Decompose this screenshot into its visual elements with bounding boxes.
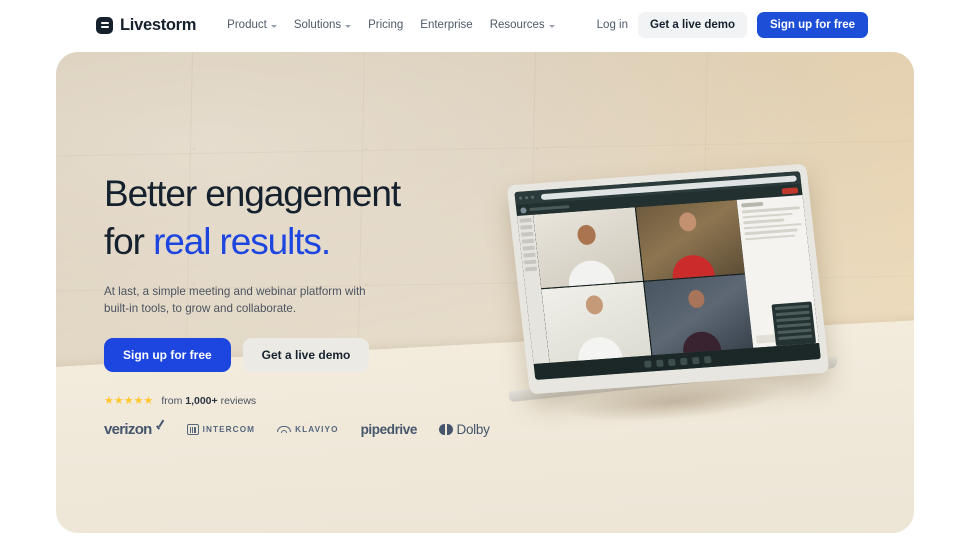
nav-right-group: Log in Get a live demo Sign up for free [597, 12, 868, 38]
participant-tile [643, 274, 754, 356]
page-title: Better engagement for real results. [104, 170, 504, 266]
chevron-down-icon [345, 24, 352, 28]
browser-dot-icon [518, 196, 523, 200]
nav-link-enterprise[interactable]: Enterprise [420, 19, 472, 31]
participants-popover [771, 301, 817, 347]
nav-link-resources[interactable]: Resources [490, 19, 555, 31]
recording-badge [781, 186, 799, 194]
dolby-double-d-icon [439, 424, 453, 435]
laptop-screen [514, 171, 821, 380]
logo-intercom-label: INTERCOM [202, 425, 256, 434]
more-options-icon [703, 355, 712, 364]
headline-line-2-accent: real results. [153, 221, 331, 262]
participant-tile [541, 281, 651, 363]
nav-link-pricing-label: Pricing [368, 19, 404, 31]
verizon-check-icon [157, 422, 165, 430]
camera-icon [655, 359, 664, 367]
avatar [520, 206, 527, 214]
chat-panel-title [741, 201, 764, 208]
headline-line-2-plain: for [104, 221, 154, 262]
nav-signup-button[interactable]: Sign up for free [757, 12, 868, 38]
hero-subheading: At last, a simple meeting and webinar pl… [104, 283, 384, 317]
meeting-body [517, 194, 820, 365]
brand-name: Livestorm [120, 15, 197, 34]
hero-demo-button[interactable]: Get a live demo [242, 338, 370, 372]
rating-suffix: reviews [217, 394, 257, 407]
laptop-lid [506, 163, 830, 395]
logo-dolby-label: Dolby [456, 422, 490, 437]
login-link[interactable]: Log in [597, 19, 628, 31]
chat-icon [679, 357, 688, 365]
nav-link-product-label: Product [227, 19, 267, 31]
nav-link-solutions-label: Solutions [293, 19, 342, 31]
logo-verizon: verizon [104, 421, 165, 438]
nav-link-solutions[interactable]: Solutions [293, 19, 352, 31]
nav-link-resources-label: Resources [489, 19, 545, 31]
customer-logo-strip: verizon INTERCOM KLAVIYO pipedrive Dolby [104, 421, 504, 438]
hero-cta-row: Sign up for free Get a live demo [104, 338, 504, 372]
logo-dolby: Dolby [439, 422, 490, 437]
nav-link-product[interactable]: Product [227, 19, 277, 31]
video-grid [532, 199, 754, 363]
participants-icon [691, 356, 700, 364]
nav-link-enterprise-label: Enterprise [420, 19, 473, 31]
browser-dot-icon [524, 196, 529, 200]
hero-subheading-line-1: At last, a simple meeting and webinar pl… [104, 285, 366, 298]
top-navigation-bar: Livestorm Product Solutions Pricing Ente… [0, 0, 970, 50]
logo-klaviyo: KLAVIYO [277, 425, 338, 435]
mic-icon [643, 359, 652, 368]
nav-left-group: Livestorm Product Solutions Pricing Ente… [96, 16, 555, 35]
rating-prefix: from [161, 394, 186, 407]
browser-dot-icon [530, 195, 535, 199]
intercom-icon [186, 424, 199, 435]
rating-text: from 1,000+ reviews [161, 395, 256, 407]
participant-tile [532, 207, 643, 289]
logo-intercom: INTERCOM [186, 424, 256, 435]
hero-signup-button[interactable]: Sign up for free [104, 338, 231, 372]
hero-copy: Better engagement for real results. At l… [104, 170, 504, 438]
logo-verizon-label: verizon [104, 421, 152, 438]
chevron-down-icon [548, 24, 555, 28]
brand-logo-link[interactable]: Livestorm [96, 16, 196, 35]
rating-row: ★★★★★ from 1,000+ reviews [104, 394, 504, 408]
logo-klaviyo-label: KLAVIYO [295, 425, 339, 434]
product-screenshot-laptop [506, 163, 830, 395]
nav-link-pricing[interactable]: Pricing [368, 19, 403, 31]
hero-subheading-line-2: built-in tools, to grow and collaborate. [104, 302, 297, 315]
chevron-down-icon [270, 24, 277, 28]
participant-tile [635, 199, 745, 281]
star-rating-icon: ★★★★★ [104, 395, 154, 407]
meeting-title-placeholder [529, 205, 570, 212]
klaviyo-wifi-icon [277, 425, 292, 435]
nav-get-demo-button[interactable]: Get a live demo [638, 12, 748, 38]
share-screen-icon [667, 358, 676, 366]
hero-section: Better engagement for real results. At l… [56, 52, 914, 533]
rating-count: 1,000+ [185, 394, 218, 407]
nav-links: Product Solutions Pricing Enterprise Res… [227, 19, 555, 31]
headline-line-1: Better engagement [104, 173, 401, 214]
logo-pipedrive: pipedrive [360, 422, 418, 437]
logo-pipedrive-label: pipedrive [360, 422, 418, 437]
livestorm-logo-icon [96, 16, 113, 34]
